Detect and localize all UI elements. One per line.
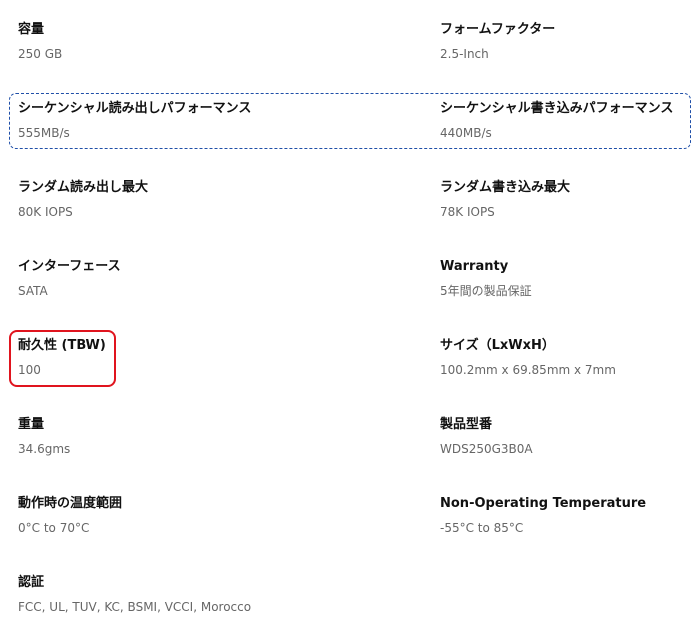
- spec-label: 製品型番: [440, 417, 493, 432]
- spec-dimensions: サイズ（LxWxH） 100.2mm x 69.85mm x 7mm: [440, 337, 616, 379]
- spec-label: Non-Operating Temperature: [440, 496, 647, 511]
- spec-warranty: Warranty 5年間の製品保証: [440, 258, 532, 300]
- spec-value: 100: [18, 363, 41, 377]
- spec-operating-temperature: 動作時の温度範囲 0°C to 70°C: [18, 495, 122, 537]
- spec-label: 重量: [18, 417, 45, 432]
- spec-label: 耐久性 (TBW): [18, 338, 106, 353]
- spec-label: フォームファクター: [440, 22, 556, 37]
- spec-value: SATA: [18, 284, 48, 298]
- spec-value: 78K IOPS: [440, 205, 495, 219]
- spec-label: シーケンシャル読み出しパフォーマンス: [18, 101, 252, 116]
- spec-interface: インターフェース SATA: [18, 258, 121, 300]
- spec-label: インターフェース: [18, 259, 121, 274]
- spec-endurance: 耐久性 (TBW) 100: [18, 337, 106, 379]
- spec-label: サイズ（LxWxH）: [440, 338, 555, 353]
- spec-value: FCC, UL, TUV, KC, BSMI, VCCI, Morocco: [18, 600, 252, 614]
- spec-value: 100.2mm x 69.85mm x 7mm: [440, 363, 616, 377]
- spec-label: 容量: [18, 22, 45, 37]
- spec-certifications: 認証 FCC, UL, TUV, KC, BSMI, VCCI, Morocco: [18, 574, 251, 616]
- spec-value: 0°C to 70°C: [18, 521, 90, 535]
- spec-value: 80K IOPS: [18, 205, 73, 219]
- spec-label: ランダム書き込み最大: [440, 180, 571, 195]
- spec-value: 440MB/s: [440, 126, 492, 140]
- spec-model-number: 製品型番 WDS250G3B0A: [440, 416, 533, 458]
- spec-value: -55°C to 85°C: [440, 521, 524, 535]
- spec-value: 2.5-Inch: [440, 47, 489, 61]
- spec-value: 5年間の製品保証: [440, 284, 532, 298]
- spec-random-read: ランダム読み出し最大 80K IOPS: [18, 179, 148, 221]
- spec-weight: 重量 34.6gms: [18, 416, 70, 458]
- spec-value: 250 GB: [18, 47, 63, 61]
- spec-value: WDS250G3B0A: [440, 442, 533, 456]
- spec-label: シーケンシャル書き込みパフォーマンス: [440, 101, 674, 116]
- spec-value: 34.6gms: [18, 442, 71, 456]
- spec-label: 動作時の温度範囲: [18, 496, 123, 511]
- spec-sequential-write: シーケンシャル書き込みパフォーマンス 440MB/s: [440, 100, 673, 142]
- spec-capacity: 容量 250 GB: [18, 21, 62, 63]
- spec-form-factor: フォームファクター 2.5-Inch: [440, 21, 555, 63]
- spec-value: 555MB/s: [18, 126, 70, 140]
- spec-random-write: ランダム書き込み最大 78K IOPS: [440, 179, 570, 221]
- spec-sequential-read: シーケンシャル読み出しパフォーマンス 555MB/s: [18, 100, 251, 142]
- spec-label: ランダム読み出し最大: [18, 180, 149, 195]
- spec-non-operating-temperature: Non-Operating Temperature -55°C to 85°C: [440, 495, 646, 537]
- spec-label: 認証: [18, 575, 45, 590]
- spec-label: Warranty: [440, 259, 509, 274]
